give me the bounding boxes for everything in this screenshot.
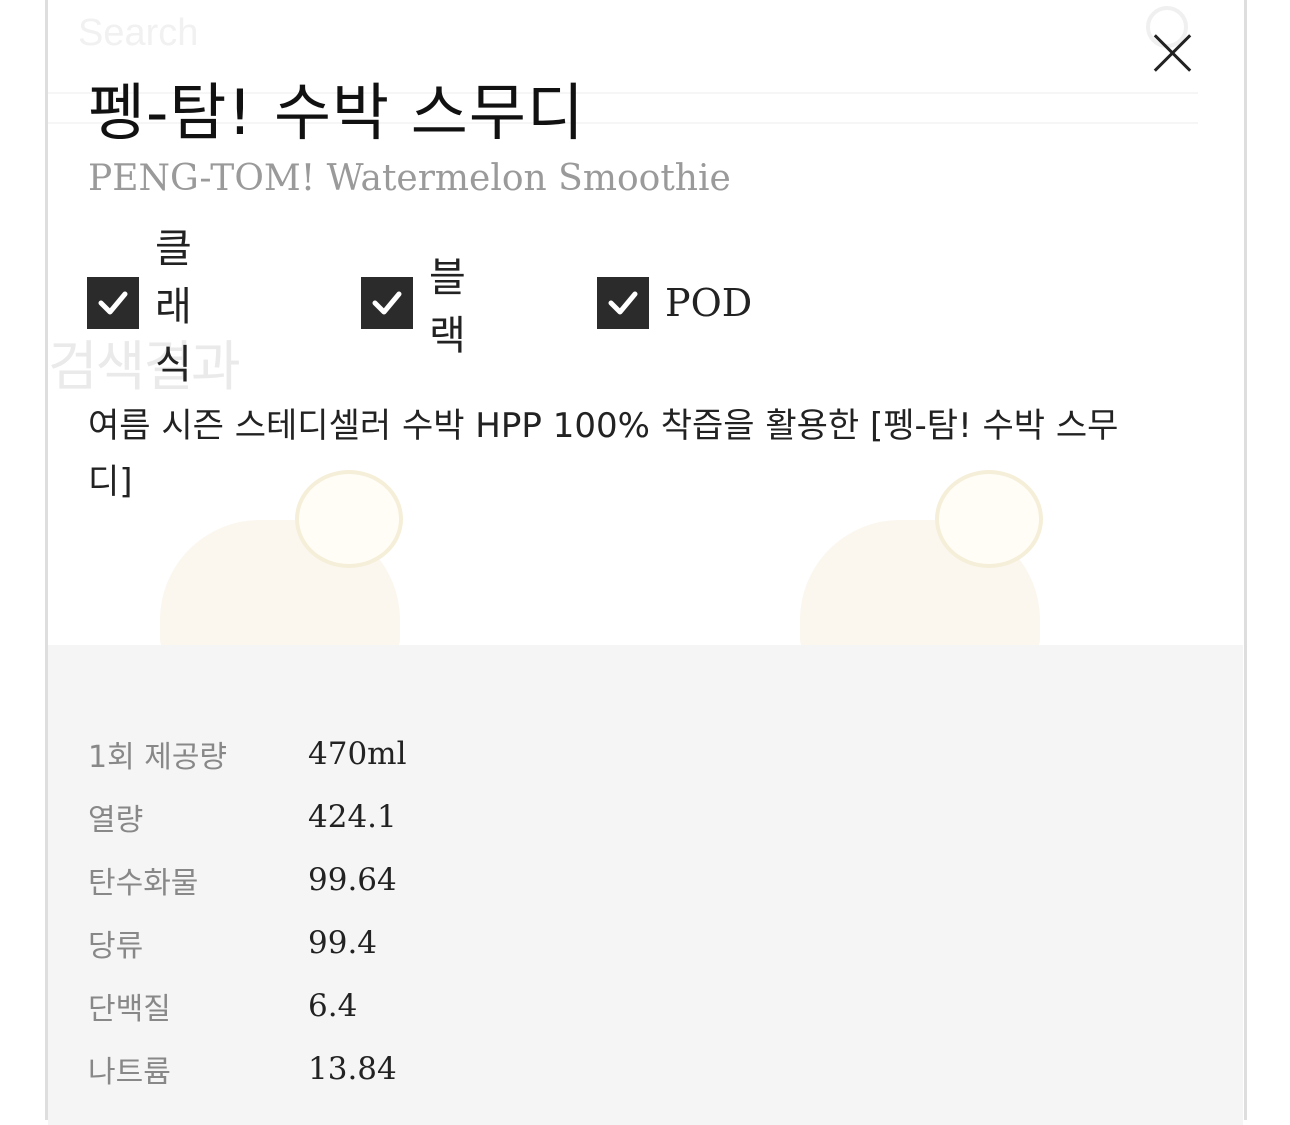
checkbox-checked-icon — [361, 277, 413, 329]
nutrition-panel: 1회 제공량 470ml 열량 424.1 탄수화물 99.64 당류 99.4… — [48, 645, 1243, 1125]
nutrition-row: 열량 424.1 — [88, 797, 397, 838]
tag-pod: POD — [597, 276, 752, 330]
nutrition-label: 당류 — [88, 929, 144, 964]
tag-black: 블랙 — [361, 255, 466, 359]
tag-label: 클래식 — [155, 226, 192, 388]
nutrition-label: 열량 — [88, 803, 144, 838]
nutrition-label: 1회 제공량 — [88, 740, 228, 775]
nutrition-row: 1회 제공량 470ml — [88, 734, 407, 775]
nutrition-value: 99.64 — [308, 862, 397, 898]
nutrition-label: 나트륨 — [88, 1055, 171, 1090]
nutrition-value: 99.4 — [308, 925, 378, 961]
product-description: 여름 시즌 스테디셀러 수박 HPP 100% 착즙을 활용한 [펭-탐! 수박… — [88, 406, 1119, 502]
tag-label: POD — [665, 281, 753, 325]
nutrition-label: 탄수화물 — [88, 866, 199, 901]
nutrition-value: 13.84 — [308, 1051, 397, 1087]
nutrition-row: 당류 99.4 — [88, 923, 378, 964]
tag-classic: 클래식 — [87, 226, 192, 388]
product-title-english: PENG-TOM! Watermelon Smoothie — [88, 158, 731, 199]
nutrition-row: 탄수화물 99.64 — [88, 860, 397, 901]
nutrition-value: 424.1 — [308, 799, 397, 835]
close-icon[interactable] — [1150, 30, 1196, 76]
checkbox-checked-icon — [87, 277, 139, 329]
tag-label: 블랙 — [429, 255, 466, 359]
product-title-korean: 펭-탐! 수박 스무디 — [88, 76, 585, 149]
nutrition-value: 470ml — [308, 736, 407, 772]
nutrition-value: 6.4 — [308, 988, 358, 1024]
nutrition-label: 단백질 — [88, 992, 171, 1027]
nutrition-row: 단백질 6.4 — [88, 986, 358, 1027]
nutrition-row: 나트륨 13.84 — [88, 1049, 397, 1090]
checkbox-checked-icon — [597, 277, 649, 329]
